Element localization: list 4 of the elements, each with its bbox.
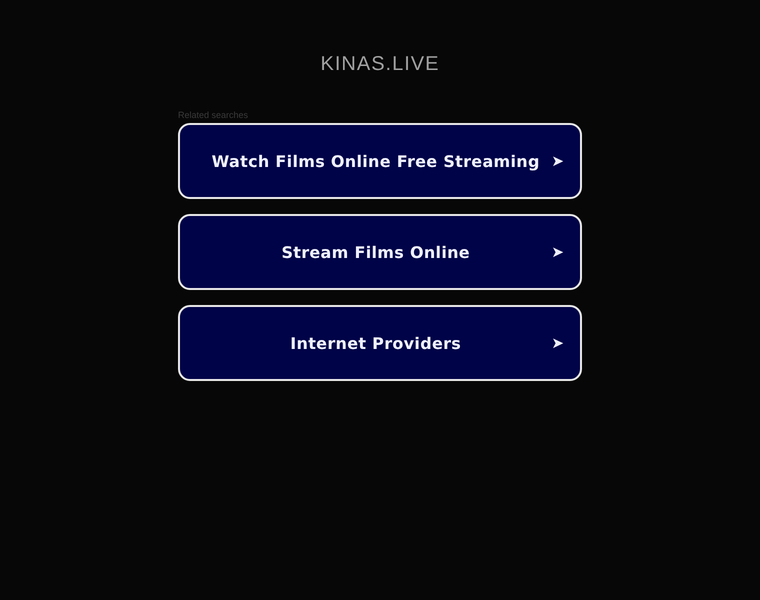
search-link[interactable]: Internet Providers ➤ <box>178 305 582 381</box>
site-title: KINAS.LIVE <box>320 53 440 76</box>
search-link[interactable]: Stream Films Online ➤ <box>178 214 582 290</box>
search-link[interactable]: Watch Films Online Free Streaming ➤ <box>178 123 582 199</box>
